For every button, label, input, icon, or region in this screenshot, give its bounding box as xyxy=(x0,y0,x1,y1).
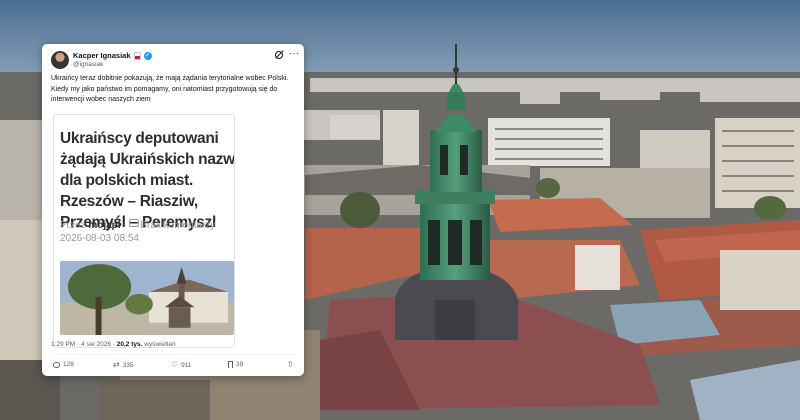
timestamp-text[interactable]: 1:29 PM · 4 sie 2026 · xyxy=(51,341,115,348)
action-bar: 128 ⇄ 335 ♡ 911 39 ⇧ xyxy=(51,361,296,373)
tweet-card: Kacper Ignasiak ✓ @ignasiak ··· Ukraińcy… xyxy=(42,44,304,376)
retweets-count: 335 xyxy=(122,361,134,369)
replies-count: 128 xyxy=(63,361,74,368)
share-icon: ⇧ xyxy=(287,360,294,369)
bookmark-button[interactable]: 39 xyxy=(228,361,243,368)
tweet-text: Ukraińcy teraz dobitnie pokazują, że maj… xyxy=(51,75,289,103)
article-byline: Przez mojapl Brak komentarzy xyxy=(60,219,215,231)
like-icon: ♡ xyxy=(171,360,179,369)
retweet-button[interactable]: ⇄ 335 xyxy=(113,361,134,369)
comments-count[interactable]: Brak komentarzy xyxy=(140,220,215,231)
bookmark-icon xyxy=(228,361,233,368)
author-name-row[interactable]: Kacper Ignasiak ✓ xyxy=(73,51,152,60)
grok-icon[interactable] xyxy=(275,51,283,59)
more-icon[interactable]: ··· xyxy=(289,48,300,58)
link-preview-card[interactable]: Ukraińscy deputowani żądają Ukraińskich … xyxy=(53,114,235,348)
tweet-timestamp[interactable]: 1:29 PM · 4 sie 2026 · 20,2 tys. wyświet… xyxy=(51,341,176,348)
comment-icon xyxy=(129,219,140,227)
reply-icon xyxy=(53,361,60,368)
bookmarks-count: 39 xyxy=(236,361,244,368)
flag-icon xyxy=(133,51,141,60)
verified-icon: ✓ xyxy=(143,51,152,60)
views-count: 20,2 tys. xyxy=(116,341,143,348)
article-author[interactable]: mojapl xyxy=(88,220,120,231)
share-button[interactable]: ⇧ xyxy=(287,361,294,369)
like-button[interactable]: ♡ 911 xyxy=(171,361,192,369)
article-photo xyxy=(60,261,234,335)
article-title[interactable]: Ukraińscy deputowani żądają Ukraińskich … xyxy=(60,128,234,233)
author-name[interactable]: Kacper Ignasiak xyxy=(73,51,131,60)
author-handle[interactable]: @ignasiak xyxy=(73,61,103,68)
article-date: 2026-08-03 08:54 xyxy=(60,233,139,244)
reply-button[interactable]: 128 xyxy=(53,361,74,368)
avatar[interactable] xyxy=(51,51,69,69)
retweet-icon: ⇄ xyxy=(113,360,120,369)
divider xyxy=(51,354,296,355)
likes-count: 911 xyxy=(181,361,192,369)
by-label: Przez xyxy=(60,220,86,231)
views-label: wyświetleń xyxy=(144,341,176,348)
